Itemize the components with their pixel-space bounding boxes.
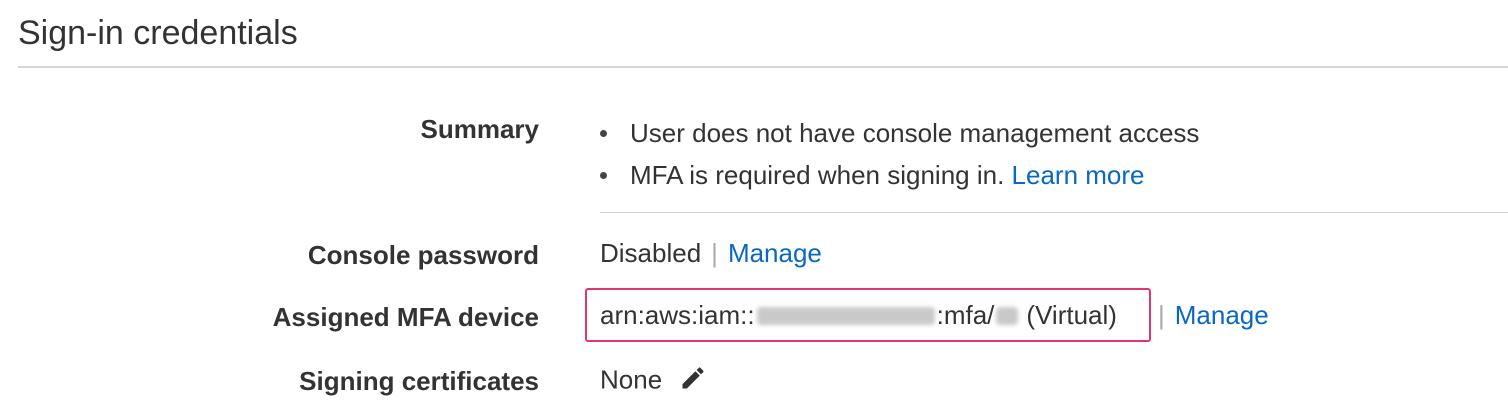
- bullet-icon: [600, 130, 607, 137]
- pencil-icon[interactable]: [679, 364, 707, 399]
- console-password-status: Disabled: [600, 238, 702, 268]
- console-password-value: Disabled | Manage: [600, 238, 822, 269]
- separator: |: [1158, 300, 1165, 330]
- mfa-arn-prefix: arn:aws:iam::: [600, 300, 755, 330]
- redacted-account-id: [756, 306, 935, 325]
- summary-list: User does not have console management ac…: [600, 112, 1199, 196]
- mfa-virtual-suffix: (Virtual): [1026, 300, 1117, 330]
- mfa-manage-group: | Manage: [1158, 300, 1269, 331]
- console-password-label: Console password: [307, 240, 539, 270]
- summary-item-console-access: User does not have console management ac…: [600, 112, 1199, 154]
- mfa-device-label: Assigned MFA device: [272, 302, 539, 332]
- redacted-username: [996, 306, 1019, 325]
- signing-certificates-label: Signing certificates: [299, 366, 539, 396]
- mfa-device-arn: arn:aws:iam:: :mfa/ (Virtual): [600, 300, 1117, 331]
- signing-certificates-value: None: [600, 364, 707, 399]
- summary-label: Summary: [420, 114, 540, 144]
- mfa-arn-mid: :mfa/: [936, 300, 995, 330]
- summary-divider: [600, 212, 1508, 213]
- console-password-manage-link[interactable]: Manage: [728, 238, 822, 268]
- summary-item-mfa-required: MFA is required when signing in. Learn m…: [600, 154, 1199, 196]
- learn-more-link[interactable]: Learn more: [1012, 160, 1145, 190]
- signing-certificates-status: None: [600, 364, 663, 395]
- mfa-manage-link[interactable]: Manage: [1175, 300, 1269, 330]
- summary-item-text: MFA is required when signing in.: [630, 160, 1005, 190]
- section-title: Sign-in credentials: [18, 14, 298, 52]
- title-divider: [18, 66, 1508, 68]
- bullet-icon: [600, 172, 607, 179]
- summary-item-text: User does not have console management ac…: [630, 118, 1200, 148]
- separator: |: [711, 238, 718, 268]
- sign-in-credentials-panel: Sign-in credentials Summary User does no…: [0, 0, 1508, 416]
